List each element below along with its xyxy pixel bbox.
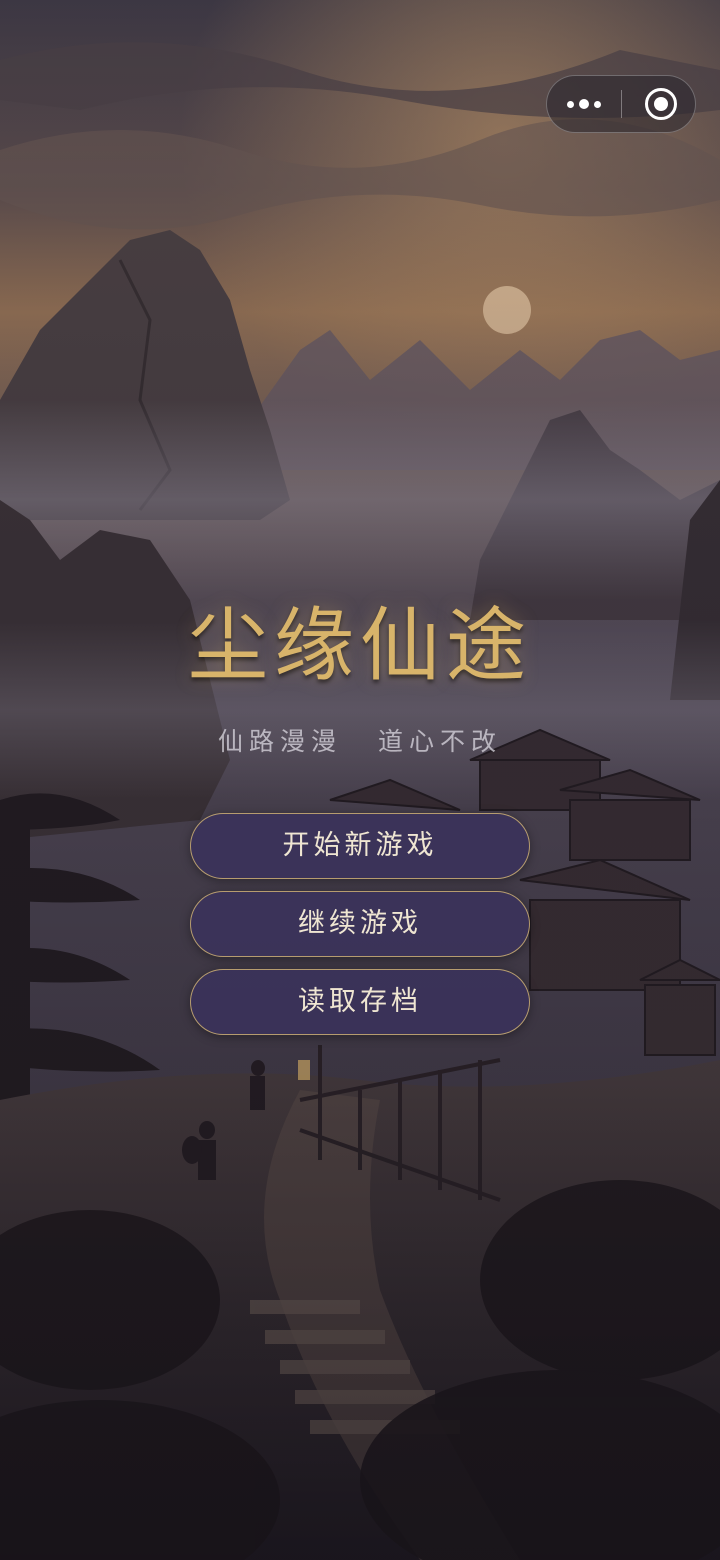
mini-program-capsule xyxy=(546,75,696,133)
start-new-game-button[interactable]: 开始新游戏 xyxy=(190,813,530,879)
load-save-button[interactable]: 读取存档 xyxy=(190,969,530,1035)
target-circle-icon[interactable] xyxy=(645,88,677,120)
main-menu: 开始新游戏 继续游戏 读取存档 xyxy=(190,813,530,1047)
background-overlay xyxy=(0,0,720,1560)
game-subtitle: 仙路漫漫 道心不改 xyxy=(218,727,502,756)
capsule-divider xyxy=(621,90,622,118)
more-dots-icon[interactable] xyxy=(547,76,621,132)
game-title: 尘缘仙途 xyxy=(188,599,532,692)
continue-game-button[interactable]: 继续游戏 xyxy=(190,891,530,957)
